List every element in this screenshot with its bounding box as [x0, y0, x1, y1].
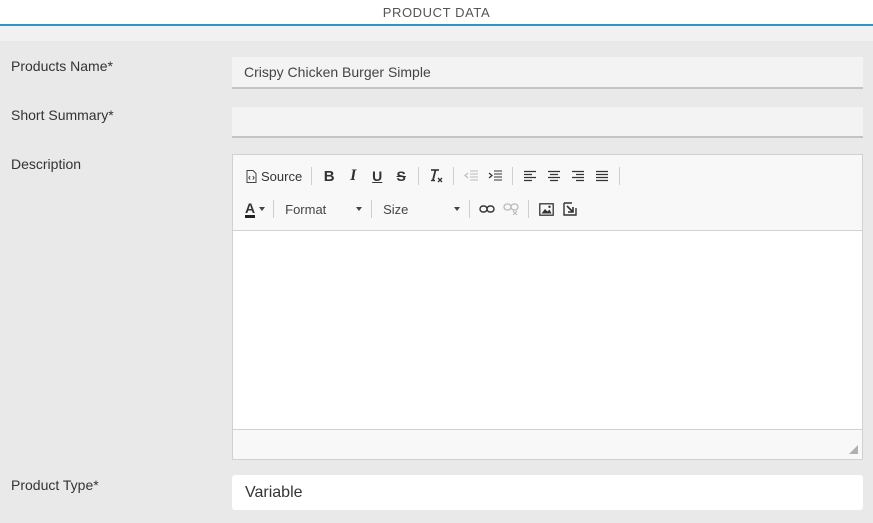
chevron-down-icon	[259, 207, 266, 211]
product-type-value: Variable	[245, 484, 303, 501]
section-title: PRODUCT DATA	[382, 5, 491, 20]
strikethrough-button[interactable]: S	[389, 164, 413, 188]
product-type-select[interactable]: Variable	[232, 475, 863, 510]
increase-indent-button[interactable]	[483, 164, 507, 188]
insert-embed-button[interactable]	[558, 197, 582, 221]
align-left-icon	[524, 170, 537, 182]
underline-button[interactable]: U	[365, 164, 389, 188]
toolbar-separator	[512, 167, 514, 185]
format-dropdown[interactable]: Format	[279, 197, 366, 221]
toolbar-separator	[273, 200, 275, 218]
toolbar-separator	[453, 167, 455, 185]
source-icon	[246, 169, 257, 183]
align-right-button[interactable]	[566, 164, 590, 188]
outdent-icon	[464, 170, 479, 181]
image-button[interactable]	[534, 197, 558, 221]
toolbar-separator	[528, 200, 530, 218]
format-dropdown-label: Format	[285, 201, 327, 217]
description-label: Description	[11, 156, 82, 172]
short-summary-input[interactable]	[232, 107, 863, 138]
toolbar-separator	[371, 200, 373, 218]
source-button[interactable]: Source	[242, 164, 306, 188]
indent-icon	[488, 170, 503, 181]
resize-grip-icon[interactable]	[849, 445, 858, 454]
toolbar-row-1: Source B I U S	[242, 163, 625, 189]
section-header: PRODUCT DATA	[0, 0, 873, 26]
toolbar-separator	[469, 200, 471, 218]
chevron-down-icon	[356, 207, 363, 211]
link-icon	[479, 205, 495, 213]
chevron-down-icon	[454, 207, 461, 211]
bold-button[interactable]: B	[317, 164, 341, 188]
align-left-button[interactable]	[518, 164, 542, 188]
product-type-label: Product Type*	[11, 477, 99, 493]
remove-format-icon	[431, 169, 443, 183]
toolbar-separator	[311, 167, 313, 185]
decrease-indent-button[interactable]	[459, 164, 483, 188]
text-color-label: A	[245, 199, 256, 218]
align-justify-icon	[596, 170, 609, 182]
embed-icon	[563, 202, 577, 216]
product-name-input[interactable]	[232, 57, 863, 89]
short-summary-label: Short Summary*	[11, 107, 114, 123]
rich-text-editor: Source B I U S A Format Size	[232, 154, 863, 460]
unlink-icon	[503, 203, 519, 215]
toolbar-row-2: A Format Size	[242, 196, 582, 222]
italic-button[interactable]: I	[341, 164, 365, 188]
toolbar-separator	[418, 167, 420, 185]
align-center-icon	[548, 170, 561, 182]
align-justify-button[interactable]	[590, 164, 614, 188]
editor-toolbar: Source B I U S A Format Size	[233, 155, 862, 231]
product-name-label: Products Name*	[11, 58, 113, 74]
link-button[interactable]	[475, 197, 499, 221]
editor-content-area[interactable]	[233, 231, 862, 430]
section-band	[0, 26, 873, 41]
toolbar-separator	[619, 167, 621, 185]
image-icon	[538, 202, 554, 216]
unlink-button[interactable]	[499, 197, 523, 221]
editor-status-bar	[233, 429, 862, 459]
remove-format-button[interactable]	[424, 164, 448, 188]
align-center-button[interactable]	[542, 164, 566, 188]
size-dropdown[interactable]: Size	[377, 197, 464, 221]
text-color-button[interactable]: A	[242, 197, 268, 221]
align-right-icon	[572, 170, 585, 182]
size-dropdown-label: Size	[383, 201, 409, 217]
source-label: Source	[261, 168, 303, 184]
